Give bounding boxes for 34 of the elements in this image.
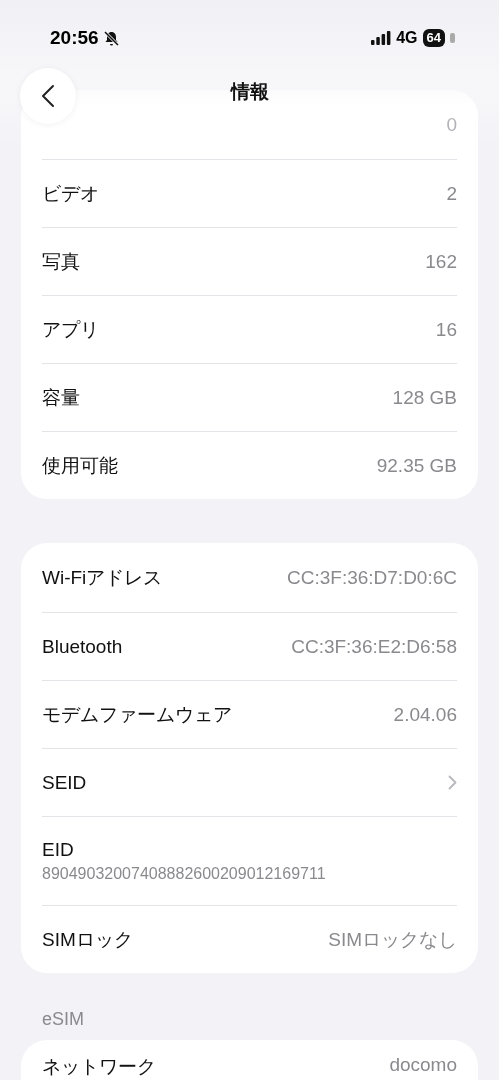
row-value: 92.35 GB — [376, 454, 457, 477]
row-label: 写真 — [42, 249, 80, 274]
row-label: モデムファームウェア — [42, 702, 232, 727]
row-label: SIMロック — [42, 927, 133, 952]
row-value: 16 — [435, 318, 457, 341]
bell-slash-icon — [102, 29, 120, 47]
row-value: 89049032007408882600209012169711 — [42, 865, 326, 883]
list-item[interactable]: SEID — [42, 748, 457, 816]
section-header: eSIM — [41, 1009, 84, 1031]
row-value: CC:3F:36:E2:D6:58 — [291, 635, 457, 658]
row-label: アプリ — [42, 317, 99, 342]
battery-percent: 64 — [422, 29, 445, 47]
chevron-right-icon — [448, 775, 457, 790]
row-value: docomo — [389, 1054, 457, 1076]
row-value: 2 — [446, 182, 457, 205]
row-label: EID — [42, 839, 74, 861]
row-label: ビデオ — [42, 181, 99, 206]
row-label: 使用可能 — [42, 453, 118, 478]
signal-icon — [371, 31, 392, 45]
row-label: 容量 — [42, 385, 80, 410]
row-value: 0 — [446, 113, 457, 136]
row-label: Wi-Fiアドレス — [42, 565, 163, 590]
row-label: ネットワーク — [42, 1055, 156, 1079]
row-value: 162 — [425, 250, 457, 273]
row-label: Bluetooth — [42, 635, 123, 658]
page-title: 情報 — [230, 80, 269, 104]
row-value: SIMロックなし — [328, 927, 457, 952]
row-value: 128 GB — [392, 386, 457, 409]
row-value: CC:3F:36:D7:D0:6C — [287, 566, 457, 589]
network-type: 4G — [396, 29, 418, 47]
battery-tip-icon — [450, 33, 455, 43]
row-value: 2.04.06 — [393, 703, 457, 726]
clock-time: 20:56 — [50, 27, 99, 49]
chevron-left-icon — [41, 84, 55, 108]
